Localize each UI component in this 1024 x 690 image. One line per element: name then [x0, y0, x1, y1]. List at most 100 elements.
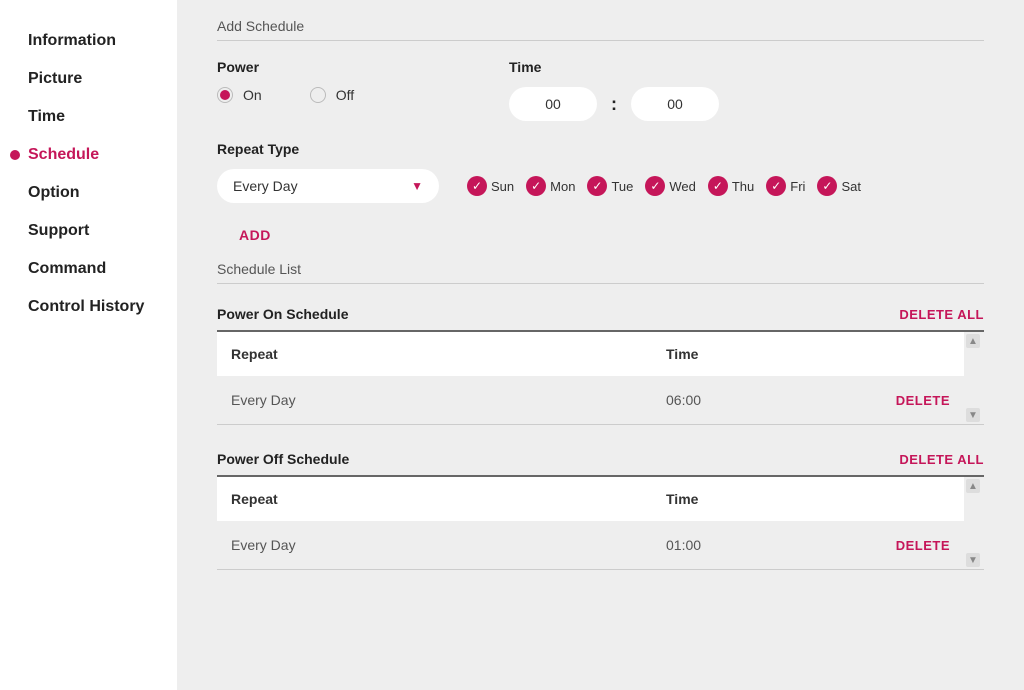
sidebar-item-schedule[interactable]: Schedule [10, 136, 167, 174]
table-header-row: Repeat Time [217, 477, 964, 521]
power-off-delete-all-button[interactable]: DELETE ALL [899, 452, 984, 467]
scroll-down-icon[interactable]: ▼ [966, 408, 980, 422]
check-circle-icon: ✓ [645, 176, 665, 196]
power-off-section: Power Off Schedule DELETE ALL Repeat Tim… [217, 443, 984, 570]
bullet-icon [10, 74, 20, 84]
sidebar-item-picture[interactable]: Picture [10, 60, 167, 98]
col-header-time: Time [666, 491, 860, 507]
sidebar-item-label: Information [28, 32, 116, 50]
time-inputs: : [509, 87, 719, 121]
cell-action: DELETE [860, 392, 950, 408]
repeat-label: Repeat Type [217, 141, 984, 157]
sidebar-item-control-history[interactable]: Control History [10, 288, 167, 326]
sidebar-item-option[interactable]: Option [10, 174, 167, 212]
sidebar-item-support[interactable]: Support [10, 212, 167, 250]
day-thu[interactable]: ✓ Thu [708, 176, 754, 196]
day-tue[interactable]: ✓ Tue [587, 176, 633, 196]
check-circle-icon: ✓ [467, 176, 487, 196]
check-circle-icon: ✓ [587, 176, 607, 196]
power-off-title: Power Off Schedule [217, 451, 349, 467]
power-on-table-body: Repeat Time Every Day 06:00 DELETE [217, 332, 964, 424]
sidebar: Information Picture Time Schedule Option… [0, 0, 177, 690]
day-mon[interactable]: ✓ Mon [526, 176, 575, 196]
power-on-table-wrap: Repeat Time Every Day 06:00 DELETE ▲ ▼ [217, 332, 984, 425]
scroll-up-icon[interactable]: ▲ [966, 334, 980, 348]
main-content: Add Schedule Power On Off Time : [177, 0, 1024, 690]
bullet-icon [10, 264, 20, 274]
power-on-header-row: Power On Schedule DELETE ALL [217, 298, 984, 332]
sidebar-item-label: Support [28, 222, 89, 240]
sidebar-item-label: Control History [28, 298, 144, 316]
bullet-icon [10, 150, 20, 160]
power-group: Power On Off [217, 59, 449, 121]
power-radio-on[interactable]: On [217, 87, 262, 103]
day-label: Tue [611, 179, 633, 194]
day-sun[interactable]: ✓ Sun [467, 176, 514, 196]
bullet-icon [10, 302, 20, 312]
scroll-up-icon[interactable]: ▲ [966, 479, 980, 493]
col-header-time: Time [666, 346, 860, 362]
day-wed[interactable]: ✓ Wed [645, 176, 696, 196]
day-label: Wed [669, 179, 696, 194]
time-label: Time [509, 59, 719, 75]
check-circle-icon: ✓ [526, 176, 546, 196]
repeat-row: Every Day ▼ ✓ Sun ✓ Mon ✓ Tue ✓ Wed [217, 169, 984, 203]
power-label: Power [217, 59, 449, 75]
power-off-table-wrap: Repeat Time Every Day 01:00 DELETE ▲ ▼ [217, 477, 984, 570]
scroll-down-icon[interactable]: ▼ [966, 553, 980, 567]
day-fri[interactable]: ✓ Fri [766, 176, 805, 196]
sidebar-item-label: Picture [28, 70, 82, 88]
sidebar-item-information[interactable]: Information [10, 22, 167, 60]
repeat-dropdown[interactable]: Every Day ▼ [217, 169, 439, 203]
day-sat[interactable]: ✓ Sat [817, 176, 861, 196]
time-group: Time : [509, 59, 719, 121]
radio-label: Off [336, 87, 354, 103]
col-header-repeat: Repeat [231, 491, 666, 507]
cell-time: 01:00 [666, 537, 860, 553]
bullet-icon [10, 36, 20, 46]
cell-repeat: Every Day [231, 392, 666, 408]
add-schedule-title: Add Schedule [217, 18, 984, 41]
cell-time: 06:00 [666, 392, 860, 408]
col-header-action [860, 346, 950, 362]
check-circle-icon: ✓ [708, 176, 728, 196]
hour-input[interactable] [509, 87, 597, 121]
power-off-table-body: Repeat Time Every Day 01:00 DELETE [217, 477, 964, 569]
power-radio-off[interactable]: Off [310, 87, 354, 103]
cell-repeat: Every Day [231, 537, 666, 553]
bullet-icon [10, 188, 20, 198]
table-row: Every Day 01:00 DELETE [217, 521, 964, 569]
sidebar-item-label: Schedule [28, 146, 99, 164]
delete-button[interactable]: DELETE [896, 393, 950, 408]
sidebar-item-label: Time [28, 108, 65, 126]
power-radio-group: On Off [217, 87, 449, 103]
check-circle-icon: ✓ [766, 176, 786, 196]
minute-input[interactable] [631, 87, 719, 121]
power-on-section: Power On Schedule DELETE ALL Repeat Time… [217, 298, 984, 425]
sidebar-item-command[interactable]: Command [10, 250, 167, 288]
scroll-arrows: ▲ ▼ [964, 477, 984, 569]
table-header-row: Repeat Time [217, 332, 964, 376]
col-header-action [860, 491, 950, 507]
day-label: Thu [732, 179, 754, 194]
repeat-group: Repeat Type Every Day ▼ ✓ Sun ✓ Mon ✓ Tu… [217, 141, 984, 203]
radio-icon [310, 87, 326, 103]
scroll-arrows: ▲ ▼ [964, 332, 984, 424]
day-label: Sat [841, 179, 861, 194]
col-header-repeat: Repeat [231, 346, 666, 362]
radio-icon [217, 87, 233, 103]
sidebar-item-label: Option [28, 184, 80, 202]
delete-button[interactable]: DELETE [896, 538, 950, 553]
schedule-list-title: Schedule List [217, 261, 984, 284]
power-time-row: Power On Off Time : [217, 59, 984, 121]
day-label: Sun [491, 179, 514, 194]
power-on-delete-all-button[interactable]: DELETE ALL [899, 307, 984, 322]
power-off-header-row: Power Off Schedule DELETE ALL [217, 443, 984, 477]
add-button[interactable]: ADD [239, 227, 271, 243]
check-circle-icon: ✓ [817, 176, 837, 196]
sidebar-item-time[interactable]: Time [10, 98, 167, 136]
day-label: Fri [790, 179, 805, 194]
sidebar-item-label: Command [28, 260, 106, 278]
bullet-icon [10, 226, 20, 236]
cell-action: DELETE [860, 537, 950, 553]
